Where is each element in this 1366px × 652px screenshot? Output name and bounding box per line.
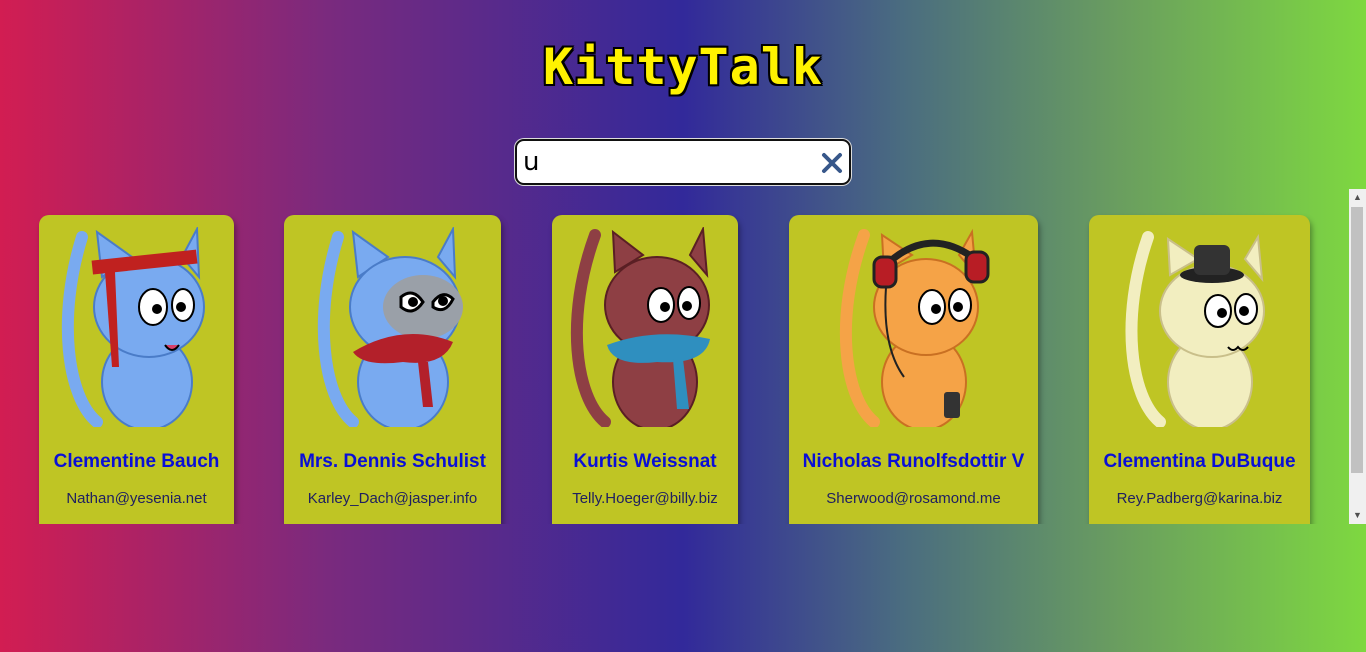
robot-email: Nathan@yesenia.net <box>66 490 207 507</box>
cat-avatar-image <box>61 227 205 427</box>
scroll-up-icon[interactable]: ▲ <box>1349 189 1366 206</box>
cat-avatar-image <box>839 228 989 427</box>
search-box[interactable] <box>515 139 851 185</box>
robot-email: Telly.Hoeger@billy.biz <box>572 490 718 507</box>
robot-email: Karley_Dach@jasper.info <box>307 490 478 507</box>
app-title: KittyTalk <box>543 38 823 96</box>
cat-avatar-image <box>317 227 463 427</box>
search-input[interactable] <box>523 147 813 177</box>
robot-name: Nicholas Runolfsdottir V <box>802 451 1025 472</box>
robot-card[interactable]: Clementine Bauch Nathan@yesenia.net <box>39 215 234 524</box>
robot-name: Clementine Bauch <box>53 451 220 472</box>
robot-email: Rey.Padberg@karina.biz <box>1116 490 1283 507</box>
robot-card[interactable]: Kurtis Weissnat Telly.Hoeger@billy.biz <box>552 215 738 524</box>
cat-avatar-image <box>1124 231 1265 427</box>
robot-email: Sherwood@rosamond.me <box>826 490 1001 507</box>
cat-avatar-image <box>570 227 710 427</box>
card-list-scrollbar[interactable]: ▲ ▼ <box>1349 189 1366 524</box>
robot-name: Kurtis Weissnat <box>573 451 717 472</box>
robot-card[interactable]: Nicholas Runolfsdottir V Sherwood@rosamo… <box>789 215 1038 524</box>
robot-name: Mrs. Dennis Schulist <box>299 451 486 472</box>
robot-card[interactable]: Mrs. Dennis Schulist Karley_Dach@jasper.… <box>284 215 501 524</box>
scroll-down-icon[interactable]: ▼ <box>1349 507 1366 524</box>
robot-name: Clementina DuBuque <box>1103 451 1296 472</box>
scrollbar-thumb[interactable] <box>1351 207 1363 473</box>
card-list: Clementine Bauch Nathan@yesenia.net Mrs.… <box>0 189 1349 524</box>
clear-search-button[interactable] <box>819 150 845 176</box>
close-icon <box>822 153 842 173</box>
robot-card[interactable]: Clementina DuBuque Rey.Padberg@karina.bi… <box>1089 215 1310 524</box>
